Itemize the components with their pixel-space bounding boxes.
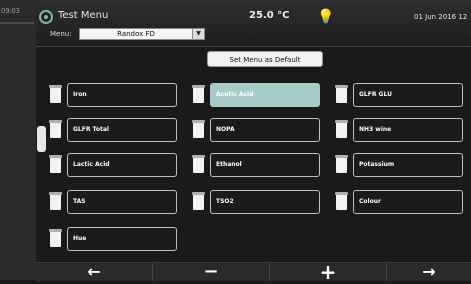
test-button[interactable]: TSO2 bbox=[210, 190, 320, 214]
next-arrow-icon[interactable]: → bbox=[387, 263, 471, 281]
test-item[interactable]: NH3 wine bbox=[335, 118, 466, 144]
test-tube-icon[interactable] bbox=[335, 85, 348, 103]
test-item[interactable]: Ethanol bbox=[192, 153, 323, 179]
test-tube-icon[interactable] bbox=[49, 155, 62, 173]
test-tube-icon[interactable] bbox=[335, 120, 348, 138]
test-item[interactable]: Potassium bbox=[335, 153, 466, 179]
test-item[interactable]: Colour bbox=[335, 190, 466, 216]
test-button[interactable]: Ethanol bbox=[210, 153, 320, 177]
temperature-readout: 25.0 °C bbox=[249, 10, 290, 21]
test-button[interactable]: Lactic Acid bbox=[67, 153, 177, 177]
test-menu-window: Test Menu 25.0 °C 💡 01 Jun 2016 12 Menu:… bbox=[36, 0, 471, 282]
minus-icon[interactable]: − bbox=[153, 263, 270, 281]
menu-select[interactable]: Randox FD ▼ bbox=[79, 28, 205, 40]
left-panel: 09:03 bbox=[0, 0, 37, 280]
test-button[interactable]: Colour bbox=[353, 190, 463, 214]
test-item[interactable]: TAS bbox=[49, 190, 180, 216]
header-bar: Test Menu 25.0 °C 💡 01 Jun 2016 12 Menu:… bbox=[36, 0, 471, 47]
test-tube-icon[interactable] bbox=[192, 120, 205, 138]
test-tube-icon[interactable] bbox=[335, 155, 348, 173]
test-button[interactable]: TAS bbox=[67, 190, 177, 214]
menu-select-value: Randox FD bbox=[117, 30, 155, 38]
menu-label: Menu: bbox=[50, 30, 72, 38]
test-item[interactable]: GLFR GLU bbox=[335, 83, 466, 109]
test-button[interactable]: NOPA bbox=[210, 118, 320, 142]
chevron-down-icon[interactable]: ▼ bbox=[192, 29, 204, 39]
prev-arrow-icon[interactable]: ← bbox=[36, 263, 153, 281]
test-tube-icon[interactable] bbox=[49, 120, 62, 138]
set-menu-default-button[interactable]: Set Menu as Default bbox=[207, 51, 323, 67]
test-button[interactable]: GLFR GLU bbox=[353, 83, 463, 107]
test-item[interactable]: TSO2 bbox=[192, 190, 323, 216]
app-title: Test Menu bbox=[58, 10, 109, 21]
test-tube-icon[interactable] bbox=[192, 192, 205, 210]
test-item[interactable]: Acetic Acid bbox=[192, 83, 323, 109]
test-tube-icon[interactable] bbox=[49, 229, 62, 247]
test-tube-icon[interactable] bbox=[49, 85, 62, 103]
test-item[interactable]: Hue bbox=[49, 227, 180, 253]
test-button[interactable]: NH3 wine bbox=[353, 118, 463, 142]
test-button[interactable]: Acetic Acid bbox=[210, 83, 320, 107]
test-tube-icon[interactable] bbox=[192, 85, 205, 103]
test-tube-icon[interactable] bbox=[49, 192, 62, 210]
test-tube-icon[interactable] bbox=[192, 155, 205, 173]
test-item[interactable]: GLFR Total bbox=[49, 118, 180, 144]
test-button[interactable]: Iron bbox=[67, 83, 177, 107]
test-button[interactable]: Potassium bbox=[353, 153, 463, 177]
left-panel-divider bbox=[0, 22, 34, 24]
test-tube-icon[interactable] bbox=[335, 192, 348, 210]
test-item[interactable]: NOPA bbox=[192, 118, 323, 144]
date-readout: 01 Jun 2016 12 bbox=[414, 13, 468, 21]
app-logo-icon[interactable] bbox=[39, 10, 53, 24]
test-item[interactable]: Iron bbox=[49, 83, 180, 109]
left-panel-time-fragment: 09:03 bbox=[1, 7, 20, 15]
scrollbar-thumb[interactable] bbox=[37, 126, 46, 152]
test-button[interactable]: Hue bbox=[67, 227, 177, 251]
lightbulb-icon[interactable]: 💡 bbox=[317, 8, 334, 26]
test-item[interactable]: Lactic Acid bbox=[49, 153, 180, 179]
footer-toolbar: ← − + → bbox=[36, 262, 471, 282]
test-button[interactable]: GLFR Total bbox=[67, 118, 177, 142]
plus-icon[interactable]: + bbox=[270, 262, 387, 282]
